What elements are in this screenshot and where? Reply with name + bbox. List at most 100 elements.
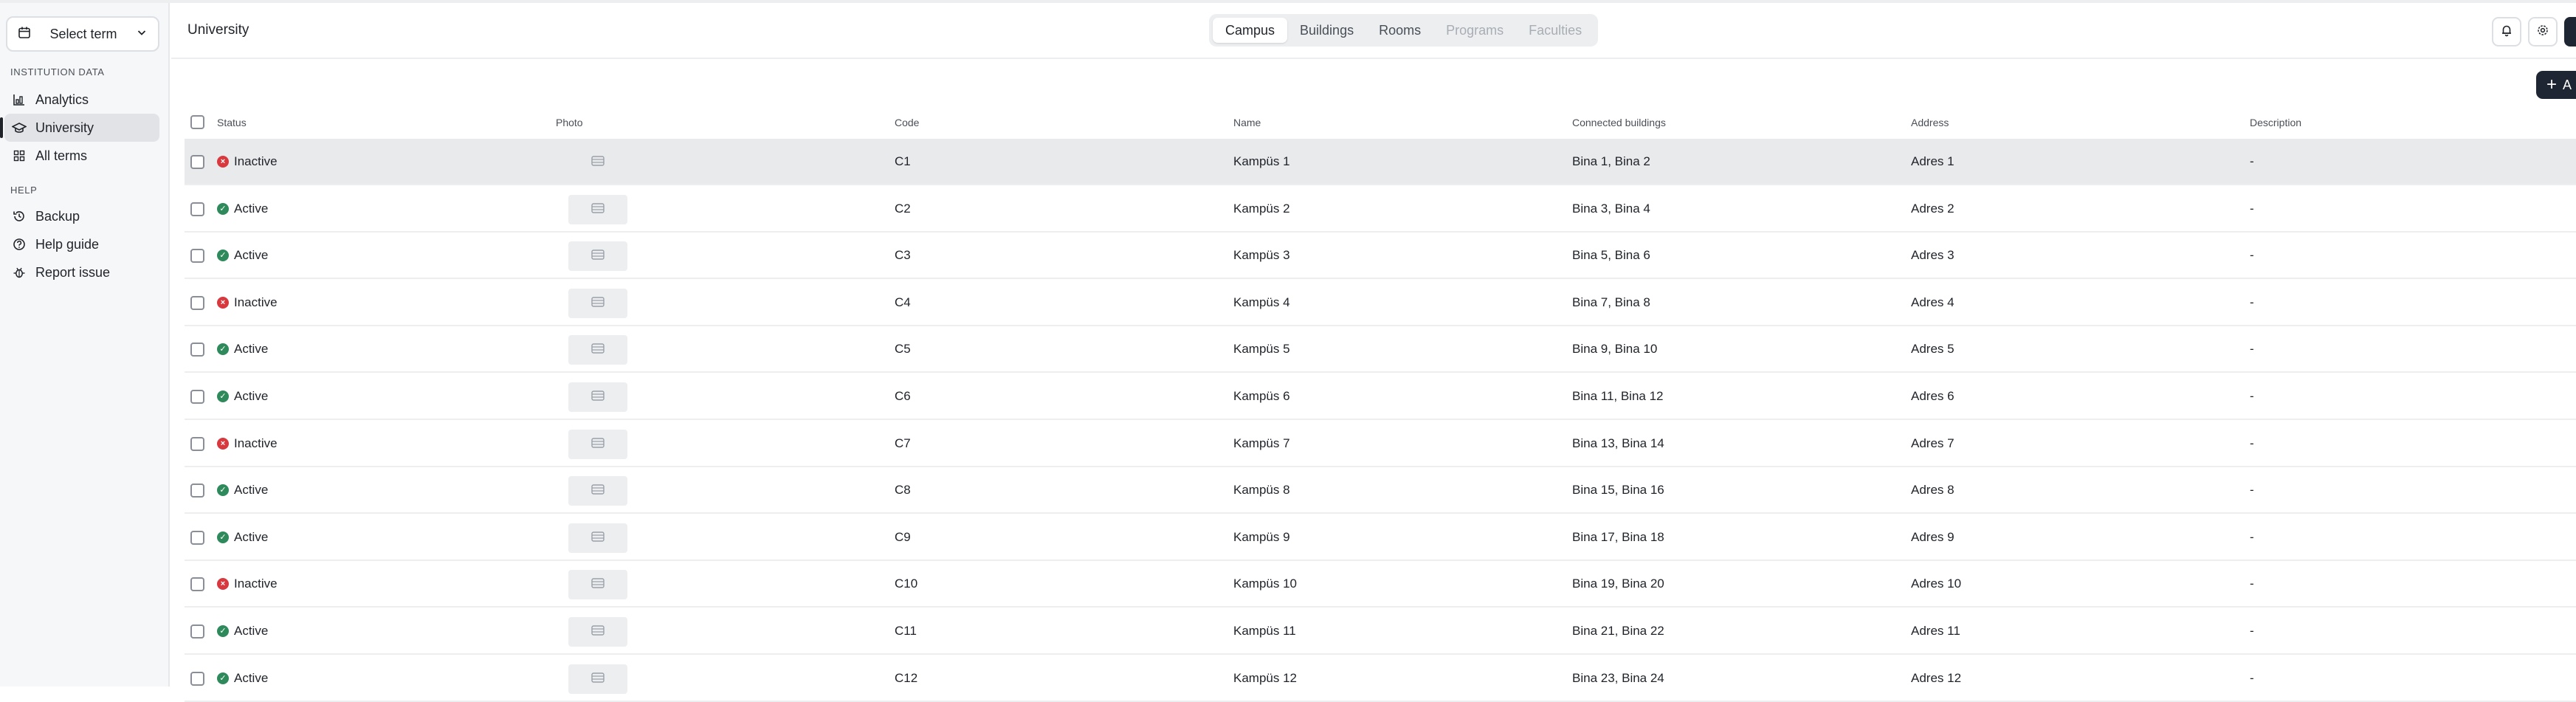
- row-checkbox[interactable]: [190, 437, 204, 451]
- cell-connected-buildings: Bina 7, Bina 8: [1572, 295, 1650, 309]
- column-header-status[interactable]: Status: [217, 117, 247, 128]
- table-row[interactable]: ✓ Active C8 Kampüs 8 Bina 15, Bina 16 Adres 8…: [185, 467, 2576, 514]
- table-row[interactable]: × Inactive C1 Kampüs 1 Bina 1, Bina 2 Adres 1…: [185, 139, 2576, 185]
- cell-code: C7: [895, 436, 911, 450]
- cell-name: Kampüs 12: [1233, 671, 1297, 685]
- check-circle-icon: ✓: [217, 625, 229, 637]
- user-menu-button[interactable]: [2564, 17, 2576, 47]
- photo-placeholder[interactable]: [568, 523, 627, 553]
- settings-button[interactable]: [2528, 17, 2558, 47]
- column-header-address[interactable]: Address: [1911, 117, 1949, 128]
- cell-code: C9: [895, 530, 911, 544]
- photo-placeholder[interactable]: [568, 617, 627, 647]
- sidebar-item-help-guide[interactable]: Help guide: [4, 230, 159, 258]
- cell-address: Adres 9: [1911, 530, 1955, 544]
- image-icon: [591, 531, 605, 546]
- table-row[interactable]: × Inactive C7 Kampüs 7 Bina 13, Bina 14 Adres…: [185, 421, 2576, 467]
- x-circle-icon: ×: [217, 156, 229, 168]
- table-row[interactable]: ✓ Active C9 Kampüs 9 Bina 17, Bina 18 Adres 9…: [185, 515, 2576, 561]
- check-circle-icon: ✓: [217, 484, 229, 496]
- table-row[interactable]: ✓ Active C5 Kampüs 5 Bina 9, Bina 10 Adres 5 -: [185, 326, 2576, 373]
- row-checkbox[interactable]: [190, 202, 204, 216]
- photo-placeholder[interactable]: [568, 476, 627, 506]
- cell-address: Adres 6: [1911, 389, 1955, 403]
- tab-buildings[interactable]: Buildings: [1287, 18, 1366, 43]
- cell-description: -: [2250, 154, 2254, 168]
- table-row[interactable]: ✓ Active C6 Kampüs 6 Bina 11, Bina 12 Adres 6…: [185, 374, 2576, 420]
- chevron-down-icon: [136, 27, 148, 42]
- row-checkbox[interactable]: [190, 343, 204, 357]
- cell-code: C5: [895, 342, 911, 356]
- sidebar-item-university[interactable]: University: [4, 114, 159, 142]
- graduation-cap-icon: [12, 120, 27, 135]
- photo-placeholder[interactable]: [568, 289, 627, 318]
- row-checkbox[interactable]: [190, 531, 204, 545]
- column-header-description[interactable]: Description: [2250, 117, 2301, 128]
- cell-connected-buildings: Bina 9, Bina 10: [1572, 342, 1658, 356]
- tab-programs[interactable]: Programs: [1433, 18, 1516, 43]
- cell-address: Adres 5: [1911, 342, 1955, 356]
- bug-icon: [12, 265, 27, 280]
- sidebar-item-label: All terms: [35, 148, 88, 163]
- cell-name: Kampüs 2: [1233, 202, 1290, 216]
- row-checkbox[interactable]: [190, 155, 204, 169]
- sidebar-item-label: Backup: [35, 208, 80, 224]
- tab-rooms[interactable]: Rooms: [1366, 18, 1433, 43]
- table-row[interactable]: ✓ Active C11 Kampüs 11 Bina 21, Bina 22 Adres…: [185, 608, 2576, 655]
- notifications-button[interactable]: [2492, 17, 2521, 47]
- status-badge: ✓ Active: [217, 342, 268, 357]
- table-row[interactable]: ✓ Active C2 Kampüs 2 Bina 3, Bina 4 Adres 2 -: [185, 186, 2576, 233]
- photo-placeholder[interactable]: [568, 382, 627, 412]
- term-select[interactable]: Select term: [6, 16, 159, 52]
- photo-placeholder[interactable]: [568, 570, 627, 599]
- check-circle-icon: ✓: [217, 203, 229, 215]
- photo-placeholder[interactable]: [568, 430, 627, 459]
- check-circle-icon: ✓: [217, 343, 229, 355]
- check-circle-icon: ✓: [217, 531, 229, 543]
- row-checkbox[interactable]: [190, 390, 204, 404]
- column-header-photo[interactable]: Photo: [556, 117, 583, 128]
- photo-placeholder[interactable]: [568, 335, 627, 365]
- table-row[interactable]: × Inactive C10 Kampüs 10 Bina 19, Bina 20 Adr…: [185, 561, 2576, 608]
- cell-name: Kampüs 6: [1233, 389, 1290, 403]
- row-checkbox[interactable]: [190, 249, 204, 263]
- cell-address: Adres 4: [1911, 295, 1955, 309]
- row-checkbox[interactable]: [190, 672, 204, 686]
- row-checkbox[interactable]: [190, 296, 204, 310]
- x-circle-icon: ×: [217, 297, 229, 309]
- photo-placeholder[interactable]: [568, 195, 627, 224]
- sidebar-item-all-terms[interactable]: All terms: [4, 142, 159, 170]
- status-badge: ✓ Active: [217, 389, 268, 404]
- photo-placeholder[interactable]: [568, 664, 627, 694]
- cell-code: C10: [895, 577, 918, 591]
- photo-placeholder[interactable]: [568, 241, 627, 271]
- tab-faculties[interactable]: Faculties: [1516, 18, 1594, 43]
- photo-placeholder[interactable]: [568, 148, 627, 177]
- check-circle-icon: ✓: [217, 672, 229, 684]
- status-text: Active: [234, 530, 269, 544]
- cell-connected-buildings: Bina 23, Bina 24: [1572, 671, 1664, 685]
- table-row[interactable]: ✓ Active C3 Kampüs 3 Bina 5, Bina 6 Adres 3 -: [185, 233, 2576, 279]
- column-header-connected-buildings[interactable]: Connected buildings: [1572, 117, 1666, 128]
- chart-icon: [12, 92, 27, 107]
- row-checkbox[interactable]: [190, 484, 204, 498]
- table-row[interactable]: × Inactive C4 Kampüs 4 Bina 7, Bina 8 Adres 4…: [185, 280, 2576, 326]
- cell-code: C6: [895, 389, 911, 403]
- calendar-icon: [18, 26, 31, 43]
- sidebar-item-backup[interactable]: Backup: [4, 202, 159, 230]
- sidebar-item-analytics[interactable]: Analytics: [4, 86, 159, 114]
- add-campus-button[interactable]: + A: [2536, 71, 2576, 99]
- tab-campus[interactable]: Campus: [1213, 18, 1288, 43]
- row-checkbox[interactable]: [190, 577, 204, 591]
- cell-description: -: [2250, 248, 2254, 262]
- select-all-checkbox[interactable]: [190, 115, 204, 129]
- row-checkbox[interactable]: [190, 624, 204, 639]
- column-header-name[interactable]: Name: [1233, 117, 1261, 128]
- main-content: University Campus Buildings Rooms Progra…: [171, 3, 2576, 702]
- column-header-code[interactable]: Code: [895, 117, 919, 128]
- table-row[interactable]: ✓ Active C12 Kampüs 12 Bina 23, Bina 24 Adres…: [185, 655, 2576, 702]
- image-icon: [591, 672, 605, 686]
- sidebar-item-report-issue[interactable]: Report issue: [4, 258, 159, 286]
- cell-code: C12: [895, 671, 918, 685]
- image-icon: [591, 484, 605, 498]
